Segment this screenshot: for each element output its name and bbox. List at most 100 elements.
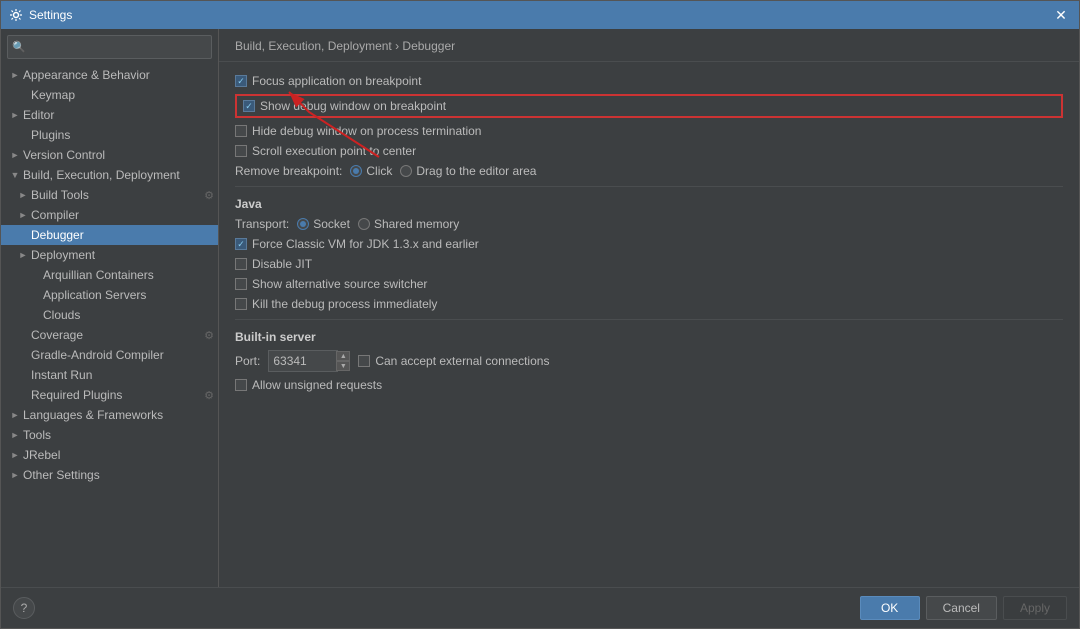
scroll-execution-checkbox[interactable] bbox=[235, 145, 247, 157]
sidebar-item-label: Instant Run bbox=[31, 368, 214, 382]
sidebar-item-label: Deployment bbox=[31, 248, 214, 262]
can-accept-label[interactable]: Can accept external connections bbox=[358, 354, 549, 368]
port-spinner: ▲ ▼ bbox=[336, 351, 350, 371]
sidebar-item-jrebel[interactable]: JRebel bbox=[1, 445, 218, 465]
focus-breakpoint-checkbox-label[interactable]: Focus application on breakpoint bbox=[235, 74, 421, 88]
show-debug-window-row: Show debug window on breakpoint bbox=[235, 94, 1063, 118]
arrow-icon bbox=[9, 469, 21, 481]
sidebar-item-label: Tools bbox=[23, 428, 214, 442]
transport-shared-radio[interactable] bbox=[358, 218, 370, 230]
sidebar-item-build-exec[interactable]: Build, Execution, Deployment bbox=[1, 165, 218, 185]
remove-drag-radio[interactable] bbox=[400, 165, 412, 177]
sidebar-item-compiler[interactable]: Compiler bbox=[1, 205, 218, 225]
focus-breakpoint-row: Focus application on breakpoint bbox=[235, 74, 1063, 88]
content-area: Build, Execution, Deployment › Debugger bbox=[219, 29, 1079, 587]
transport-label: Transport: bbox=[235, 217, 289, 231]
force-classic-checkbox[interactable] bbox=[235, 238, 247, 250]
sidebar: 🔍 Appearance & Behavior Keymap Editor bbox=[1, 29, 219, 587]
transport-socket-text: Socket bbox=[313, 217, 350, 231]
remove-drag-label[interactable]: Drag to the editor area bbox=[400, 164, 536, 178]
cancel-button[interactable]: Cancel bbox=[926, 596, 997, 620]
transport-socket-label[interactable]: Socket bbox=[297, 217, 350, 231]
scroll-execution-row: Scroll execution point to center bbox=[235, 144, 1063, 158]
sidebar-item-coverage[interactable]: Coverage ⚙ bbox=[1, 325, 218, 345]
disable-jit-checkbox-label[interactable]: Disable JIT bbox=[235, 257, 312, 271]
close-button[interactable]: ✕ bbox=[1051, 5, 1071, 25]
force-classic-label: Force Classic VM for JDK 1.3.x and earli… bbox=[252, 237, 479, 251]
force-classic-row: Force Classic VM for JDK 1.3.x and earli… bbox=[235, 237, 1063, 251]
sidebar-item-label: Application Servers bbox=[43, 288, 214, 302]
search-icon: 🔍 bbox=[12, 41, 26, 54]
gear-icon: ⚙ bbox=[204, 329, 214, 342]
sidebar-item-label: Languages & Frameworks bbox=[23, 408, 214, 422]
remove-click-text: Click bbox=[366, 164, 392, 178]
arrow-icon bbox=[9, 449, 21, 461]
remove-click-radio[interactable] bbox=[350, 165, 362, 177]
port-increment[interactable]: ▲ bbox=[336, 351, 350, 361]
arrow-icon bbox=[9, 109, 21, 121]
sidebar-item-build-tools[interactable]: Build Tools ⚙ bbox=[1, 185, 218, 205]
scroll-execution-checkbox-label[interactable]: Scroll execution point to center bbox=[235, 144, 416, 158]
sidebar-item-label: Debugger bbox=[31, 228, 214, 242]
ok-button[interactable]: OK bbox=[860, 596, 920, 620]
hide-debug-window-row: Hide debug window on process termination bbox=[235, 124, 1063, 138]
sidebar-item-label: Build, Execution, Deployment bbox=[23, 168, 214, 182]
remove-click-label[interactable]: Click bbox=[350, 164, 392, 178]
sidebar-item-label: Gradle-Android Compiler bbox=[31, 348, 214, 362]
allow-unsigned-checkbox-label[interactable]: Allow unsigned requests bbox=[235, 378, 382, 392]
sidebar-item-app-servers[interactable]: Application Servers bbox=[1, 285, 218, 305]
transport-row: Transport: Socket Shared memory bbox=[235, 217, 1063, 231]
hide-debug-window-label: Hide debug window on process termination bbox=[252, 124, 481, 138]
show-alt-source-checkbox[interactable] bbox=[235, 278, 247, 290]
show-alt-source-checkbox-label[interactable]: Show alternative source switcher bbox=[235, 277, 427, 291]
kill-debug-checkbox[interactable] bbox=[235, 298, 247, 310]
sidebar-item-plugins[interactable]: Plugins bbox=[1, 125, 218, 145]
sidebar-item-label: Keymap bbox=[31, 88, 214, 102]
sidebar-item-label: Version Control bbox=[23, 148, 214, 162]
transport-socket-radio[interactable] bbox=[297, 218, 309, 230]
sidebar-item-gradle-android[interactable]: Gradle-Android Compiler bbox=[1, 345, 218, 365]
hide-debug-window-checkbox-label[interactable]: Hide debug window on process termination bbox=[235, 124, 481, 138]
show-debug-window-checkbox[interactable] bbox=[243, 100, 255, 112]
sidebar-item-arquillian[interactable]: Arquillian Containers bbox=[1, 265, 218, 285]
sidebar-item-languages[interactable]: Languages & Frameworks bbox=[1, 405, 218, 425]
sidebar-item-other-settings[interactable]: Other Settings bbox=[1, 465, 218, 485]
focus-breakpoint-checkbox[interactable] bbox=[235, 75, 247, 87]
sidebar-item-label: Compiler bbox=[31, 208, 214, 222]
main-content: 🔍 Appearance & Behavior Keymap Editor bbox=[1, 29, 1079, 587]
sidebar-item-appearance[interactable]: Appearance & Behavior bbox=[1, 65, 218, 85]
arrow-icon bbox=[17, 209, 29, 221]
settings-container: Focus application on breakpoint Show deb… bbox=[219, 62, 1079, 587]
gear-icon: ⚙ bbox=[204, 389, 214, 402]
can-accept-checkbox[interactable] bbox=[358, 355, 370, 367]
sidebar-item-clouds[interactable]: Clouds bbox=[1, 305, 218, 325]
search-box: 🔍 bbox=[7, 35, 212, 59]
show-debug-window-label: Show debug window on breakpoint bbox=[260, 99, 446, 113]
arrow-icon bbox=[9, 69, 21, 81]
force-classic-checkbox-label[interactable]: Force Classic VM for JDK 1.3.x and earli… bbox=[235, 237, 479, 251]
sidebar-item-required-plugins[interactable]: Required Plugins ⚙ bbox=[1, 385, 218, 405]
sidebar-item-version-control[interactable]: Version Control bbox=[1, 145, 218, 165]
port-input[interactable] bbox=[268, 350, 338, 372]
disable-jit-checkbox[interactable] bbox=[235, 258, 247, 270]
sidebar-item-debugger[interactable]: Debugger bbox=[1, 225, 218, 245]
sidebar-item-editor[interactable]: Editor bbox=[1, 105, 218, 125]
settings-panel: Focus application on breakpoint Show deb… bbox=[219, 62, 1079, 587]
arrow-icon bbox=[9, 409, 21, 421]
title-text: Settings bbox=[29, 8, 72, 22]
can-accept-text: Can accept external connections bbox=[375, 354, 549, 368]
sidebar-item-tools[interactable]: Tools bbox=[1, 425, 218, 445]
sidebar-item-keymap[interactable]: Keymap bbox=[1, 85, 218, 105]
port-decrement[interactable]: ▼ bbox=[336, 361, 350, 371]
gear-icon: ⚙ bbox=[204, 189, 214, 202]
sidebar-item-deployment[interactable]: Deployment bbox=[1, 245, 218, 265]
help-button[interactable]: ? bbox=[13, 597, 35, 619]
transport-shared-label[interactable]: Shared memory bbox=[358, 217, 459, 231]
search-input[interactable] bbox=[7, 35, 212, 59]
arrow-icon bbox=[9, 429, 21, 441]
allow-unsigned-checkbox[interactable] bbox=[235, 379, 247, 391]
sidebar-item-instant-run[interactable]: Instant Run bbox=[1, 365, 218, 385]
apply-button[interactable]: Apply bbox=[1003, 596, 1067, 620]
hide-debug-window-checkbox[interactable] bbox=[235, 125, 247, 137]
kill-debug-checkbox-label[interactable]: Kill the debug process immediately bbox=[235, 297, 437, 311]
